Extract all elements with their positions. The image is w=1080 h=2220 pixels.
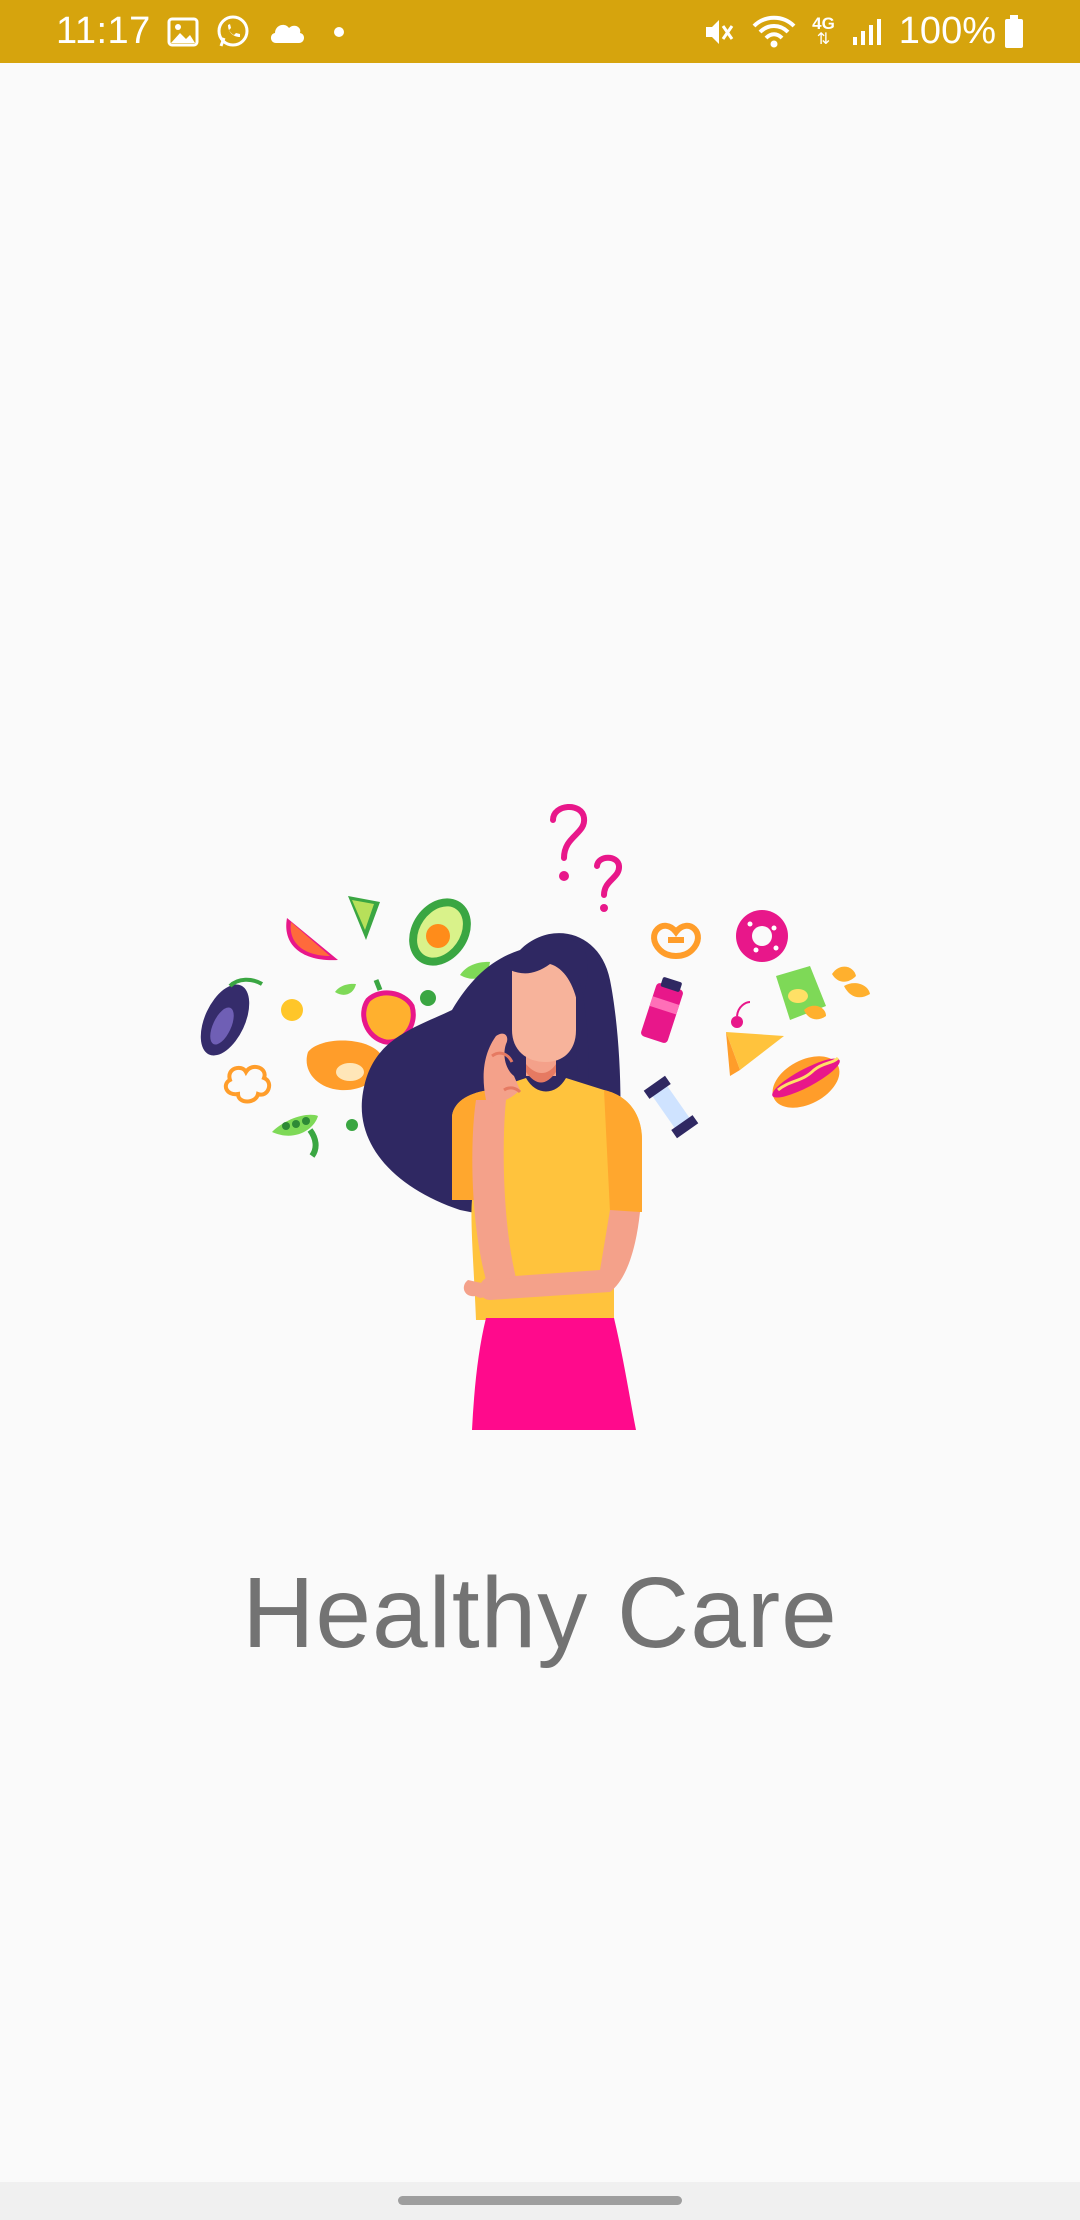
network-4g-icon: 4G ⇅ <box>812 13 835 48</box>
cloud-icon <box>267 19 307 45</box>
question-marks-icon <box>550 804 622 898</box>
home-indicator[interactable] <box>398 2196 682 2205</box>
status-bar-left: 11:17 <box>56 10 345 53</box>
battery-icon <box>1004 14 1024 49</box>
status-bar-right: 4G ⇅ 100% <box>702 10 1024 53</box>
dot-icon <box>333 26 345 38</box>
status-bar: 11:17 4G ⇅ 100% <box>0 0 1080 63</box>
thinking-woman-food-illustration <box>190 800 890 1440</box>
app-title: Healthy Care <box>242 1557 838 1669</box>
gallery-icon <box>167 17 199 47</box>
mute-icon <box>702 15 736 49</box>
wifi-icon <box>752 14 796 50</box>
food-items-right-icon <box>641 910 870 1139</box>
data-arrows-icon: ⇅ <box>816 30 831 48</box>
signal-icon <box>851 17 883 47</box>
status-time: 11:17 <box>56 10 151 52</box>
battery-percent: 100% <box>898 10 996 52</box>
network-label: 4G <box>812 13 835 33</box>
whatsapp-icon <box>215 14 251 50</box>
